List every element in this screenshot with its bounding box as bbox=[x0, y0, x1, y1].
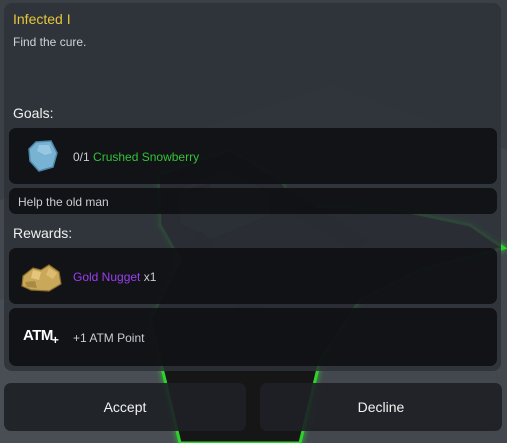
reward-item-gold-nugget: Gold Nugget x1 bbox=[9, 248, 497, 304]
goals-label: Goals: bbox=[13, 105, 54, 121]
reward-item-name: Gold Nugget bbox=[73, 270, 141, 284]
reward-atm-point: ATM+ +1 ATM Point bbox=[9, 308, 497, 366]
goal-item-help: Help the old man bbox=[9, 188, 497, 214]
goal-progress: 0/1 bbox=[73, 150, 90, 164]
reward-item-quantity: x1 bbox=[143, 270, 157, 284]
gold-nugget-icon bbox=[21, 264, 62, 292]
reward-atm-text: +1 ATM Point bbox=[73, 331, 145, 345]
snowberry-icon bbox=[28, 140, 58, 172]
atm-icon: ATM+ bbox=[23, 327, 59, 347]
atm-icon-plus: + bbox=[51, 333, 59, 347]
goal-item-snowberry: 0/1 Crushed Snowberry bbox=[9, 128, 497, 184]
quest-panel: Infected I Find the cure. Goals: 0/1 Cru… bbox=[4, 3, 501, 371]
quest-title: Infected I bbox=[13, 11, 71, 27]
decline-button[interactable]: Decline bbox=[260, 383, 502, 431]
accept-button[interactable]: Accept bbox=[4, 383, 246, 431]
goal-item-name: Crushed Snowberry bbox=[93, 150, 200, 164]
goal-text: Help the old man bbox=[18, 195, 109, 209]
quest-description: Find the cure. bbox=[13, 35, 87, 49]
rewards-label: Rewards: bbox=[13, 225, 73, 241]
atm-icon-text: ATM bbox=[23, 327, 53, 344]
